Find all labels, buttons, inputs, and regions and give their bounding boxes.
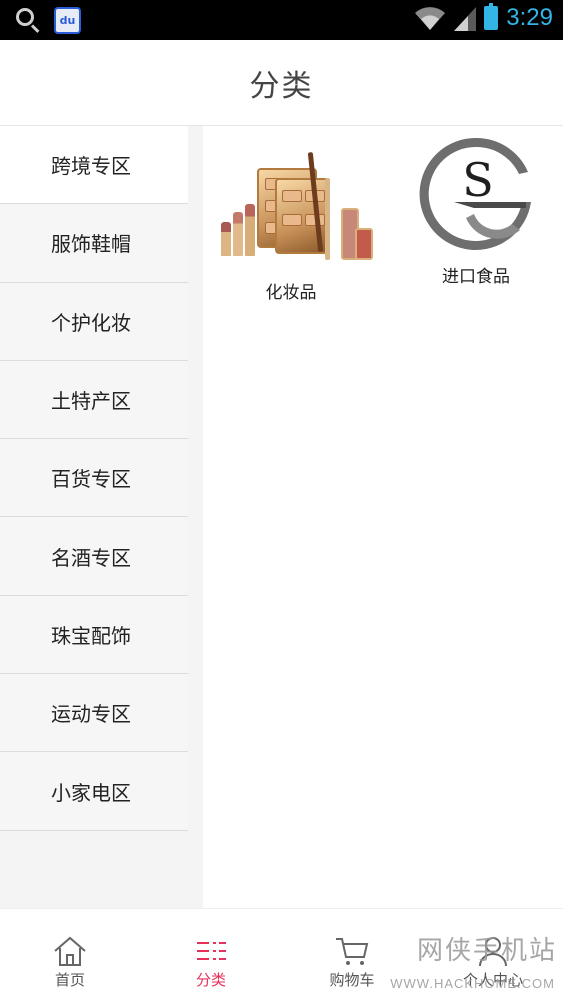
cart-icon (336, 938, 369, 965)
sidebar-item-label: 运动专区 (51, 702, 131, 727)
sidebar-item-label: 小家电区 (51, 780, 131, 805)
sidebar-item-label: 跨境专区 (51, 154, 131, 179)
baidu-icon[interactable]: du (54, 6, 81, 34)
category-list: 跨境专区 服饰鞋帽 个护化妆 土特产区 百货专区 名酒专区 珠宝配饰 运动专区 … (0, 126, 188, 831)
tab-label: 首页 (54, 971, 85, 989)
tab-label: 购物车 (329, 971, 375, 989)
wifi-icon (415, 7, 446, 31)
sidebar-item-sports[interactable]: 运动专区 (0, 674, 188, 753)
battery-icon (484, 3, 499, 30)
sidebar-item-label: 百货专区 (51, 467, 131, 492)
page-title: 分类 (249, 68, 314, 104)
status-bar-left: du (14, 6, 81, 34)
signal-icon (454, 7, 477, 31)
sidebar-item-small-appliances[interactable]: 小家电区 (0, 752, 188, 831)
status-bar-right: 3:29 (414, 3, 553, 32)
tab-category[interactable]: 分类 (141, 909, 281, 1002)
sidebar-item-label: 个护化妆 (51, 310, 131, 335)
app-screen: du 3:29 分类 跨境专区 服饰鞋帽 个护化妆 土特产区 百货专区 名酒专区 (0, 0, 563, 1002)
tab-home[interactable]: 首页 (0, 909, 140, 1002)
tab-label: 分类 (195, 971, 226, 989)
subcategory-label: 进口食品 (442, 267, 510, 287)
subcategory-imported-food[interactable]: S 进口食品 (411, 132, 541, 287)
search-icon[interactable] (14, 6, 42, 34)
watermark-text: 网侠手机站 (416, 936, 557, 966)
sidebar-item-general-goods[interactable]: 百货专区 (0, 439, 188, 518)
subcategory-label: 化妆品 (265, 283, 317, 303)
cosmetics-image (211, 148, 373, 268)
watermark-url: WWW.HACKHOME.COM (390, 976, 555, 991)
sidebar-item-jewelry[interactable]: 珠宝配饰 (0, 595, 188, 675)
sidebar-item-apparel[interactable]: 服饰鞋帽 (0, 204, 188, 283)
s-logo-image: S (414, 132, 538, 256)
sidebar-item-label: 珠宝配饰 (51, 623, 131, 648)
sidebar-item-label: 名酒专区 (51, 545, 131, 570)
sidebar-item-personal-care[interactable]: 个护化妆 (0, 282, 188, 361)
sidebar-item-cross-border[interactable]: 跨境专区 (0, 126, 188, 205)
page-header: 分类 (0, 40, 563, 126)
sidebar-item-label: 土特产区 (51, 389, 131, 414)
logo-letter: S (462, 153, 494, 207)
home-icon (54, 936, 86, 966)
sidebar-item-liquor[interactable]: 名酒专区 (0, 517, 188, 596)
category-list-icon (197, 942, 226, 960)
subcategory-panel: 化妆品 S 进口食品 (203, 126, 563, 908)
clock-time: 3:29 (506, 4, 553, 31)
sidebar-item-label: 服饰鞋帽 (51, 232, 131, 257)
category-sidebar: 跨境专区 服饰鞋帽 个护化妆 土特产区 百货专区 名酒专区 珠宝配饰 运动专区 … (0, 126, 203, 908)
status-bar: du 3:29 (0, 0, 563, 40)
subcategory-cosmetics[interactable]: 化妆品 (211, 148, 373, 303)
sidebar-item-local-specialty[interactable]: 土特产区 (0, 360, 188, 440)
